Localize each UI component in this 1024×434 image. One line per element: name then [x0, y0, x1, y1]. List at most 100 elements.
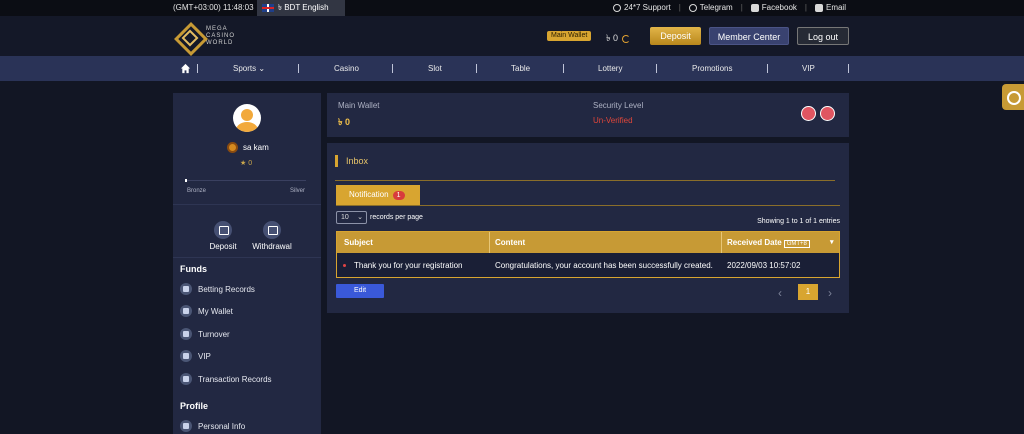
nav-promotions[interactable]: Promotions — [692, 64, 732, 73]
cell-content: Congratulations, your account has been s… — [495, 261, 713, 270]
sidebar-item-my-wallet[interactable]: My Wallet — [180, 305, 233, 317]
notification-table: Subject Content Received Date GMT+8 ▾ Tha… — [336, 231, 840, 278]
nav-divider — [392, 64, 393, 73]
cell-subject: Thank you for your registration — [354, 261, 463, 270]
tab-notification[interactable]: Notification 1 — [336, 185, 420, 205]
user-info: sa kam — [227, 142, 269, 153]
sidebar-item-label: Personal Info — [198, 421, 246, 431]
avatar — [233, 104, 261, 132]
refresh-icon[interactable] — [622, 34, 630, 43]
nav-divider — [767, 64, 768, 73]
site-logo[interactable]: MEGA CASINO WORLD — [174, 22, 240, 50]
uk-flag-icon — [262, 4, 274, 12]
nav-divider — [476, 64, 477, 73]
withdrawal-icon — [263, 221, 281, 239]
username: sa kam — [243, 143, 269, 152]
phone-verify-icon[interactable] — [820, 106, 835, 121]
profile-heading: Profile — [180, 401, 209, 411]
tab-notification-label: Notification — [349, 190, 389, 199]
sidebar-item-vip[interactable]: VIP — [180, 350, 211, 362]
level-progress-bar — [185, 179, 306, 182]
sidebar-deposit-button[interactable]: Deposit — [198, 221, 248, 251]
level-progress-fill — [185, 179, 188, 182]
sidebar-withdrawal-label: Withdrawal — [252, 242, 292, 251]
account-sidebar: sa kam ★ 0 Bronze Silver Deposit Withdra… — [173, 93, 321, 434]
inbox-title: Inbox — [346, 156, 369, 166]
nav-sports[interactable]: Sports ⌄ — [233, 64, 265, 73]
telegram-label: Telegram — [699, 3, 733, 12]
gmt-badge: GMT+8 — [783, 240, 810, 248]
email-label: Email — [825, 3, 846, 12]
main-wallet-label: Main Wallet — [338, 101, 380, 110]
records-per-page-select[interactable]: 10 ⌄ — [336, 211, 367, 224]
top-links: 24*7 Support | Telegram | Facebook | Ema… — [613, 3, 846, 12]
sidebar-item-personal-info[interactable]: Personal Info — [180, 420, 245, 432]
wallet-icon — [180, 305, 192, 317]
sort-desc-icon[interactable]: ▾ — [830, 238, 834, 246]
divider — [173, 204, 321, 205]
nav-divider — [563, 64, 564, 73]
security-level-value: Un-Verified — [593, 116, 633, 125]
divider — [335, 180, 835, 181]
email-link[interactable]: Email — [814, 3, 846, 12]
nav-divider — [197, 64, 198, 73]
support-label: 24*7 Support — [624, 3, 671, 12]
betting-records-icon — [180, 283, 192, 295]
nav-casino[interactable]: Casino — [334, 64, 359, 73]
transaction-records-icon — [180, 373, 192, 385]
unread-dot-icon — [343, 264, 346, 267]
col-received-date[interactable]: Received Date GMT+8 — [727, 238, 810, 248]
page-current[interactable]: 1 — [798, 284, 818, 300]
logo-text: MEGA CASINO WORLD — [206, 25, 236, 46]
sidebar-item-betting-records[interactable]: Betting Records — [180, 283, 255, 295]
turnover-icon — [180, 328, 192, 340]
main-wallet-badge: Main Wallet — [547, 31, 592, 41]
nav-sports-label: Sports — [233, 64, 257, 73]
nav-slot[interactable]: Slot — [428, 64, 442, 73]
main-wallet-value: ৳ 0 — [338, 117, 350, 127]
telegram-link[interactable]: Telegram — [688, 3, 733, 12]
divider — [173, 257, 321, 258]
language-selector[interactable]: ৳ BDT English — [257, 0, 345, 16]
nav-table[interactable]: Table — [511, 64, 530, 73]
sidebar-item-turnover[interactable]: Turnover — [180, 328, 230, 340]
prev-page-icon[interactable]: ‹ — [778, 286, 782, 300]
wallet-amount: ৳ 0 — [606, 33, 618, 43]
cell-date: 2022/09/03 10:57:02 — [727, 261, 801, 270]
support-link[interactable]: 24*7 Support — [613, 3, 671, 12]
nav-divider — [848, 64, 849, 73]
home-icon[interactable] — [180, 63, 191, 74]
facebook-link[interactable]: Facebook — [750, 3, 797, 12]
vip-level: ★ 0 — [240, 160, 253, 167]
live-support-icon[interactable] — [1002, 84, 1024, 110]
sidebar-deposit-label: Deposit — [209, 242, 237, 251]
server-time: (GMT+03:00) 11:48:03 — [173, 3, 254, 12]
nav-lottery[interactable]: Lottery — [598, 64, 622, 73]
level-to: Silver — [290, 188, 306, 194]
facebook-label: Facebook — [761, 3, 797, 12]
edit-button[interactable]: Edit — [336, 284, 384, 298]
deposit-button[interactable]: Deposit — [650, 27, 701, 45]
sidebar-item-label: Betting Records — [198, 284, 255, 294]
member-center-button[interactable]: Member Center — [709, 27, 789, 45]
nav-vip[interactable]: VIP — [802, 64, 815, 73]
records-per-page-label: records per page — [370, 214, 423, 221]
divider — [489, 232, 490, 253]
sidebar-item-transaction-records[interactable]: Transaction Records — [180, 373, 272, 385]
logout-button[interactable]: Log out — [797, 27, 849, 45]
col-subject[interactable]: Subject — [344, 238, 373, 247]
col-content[interactable]: Content — [495, 238, 525, 247]
table-row[interactable]: Thank you for your registration Congratu… — [337, 253, 839, 277]
email-verify-icon[interactable] — [801, 106, 816, 121]
main-nav: Sports ⌄ Casino Slot Table Lottery Promo… — [0, 56, 1024, 81]
divider: | — [804, 3, 807, 12]
funds-heading: Funds — [180, 264, 207, 274]
divider — [721, 232, 722, 253]
table-header: Subject Content Received Date GMT+8 ▾ — [337, 232, 839, 253]
sidebar-item-label: VIP — [198, 351, 211, 361]
personal-info-icon — [180, 420, 192, 432]
sidebar-withdrawal-button[interactable]: Withdrawal — [247, 221, 297, 251]
notification-count-badge: 1 — [392, 191, 405, 200]
next-page-icon[interactable]: › — [828, 286, 832, 300]
entries-info: Showing 1 to 1 of 1 entries — [757, 218, 840, 225]
